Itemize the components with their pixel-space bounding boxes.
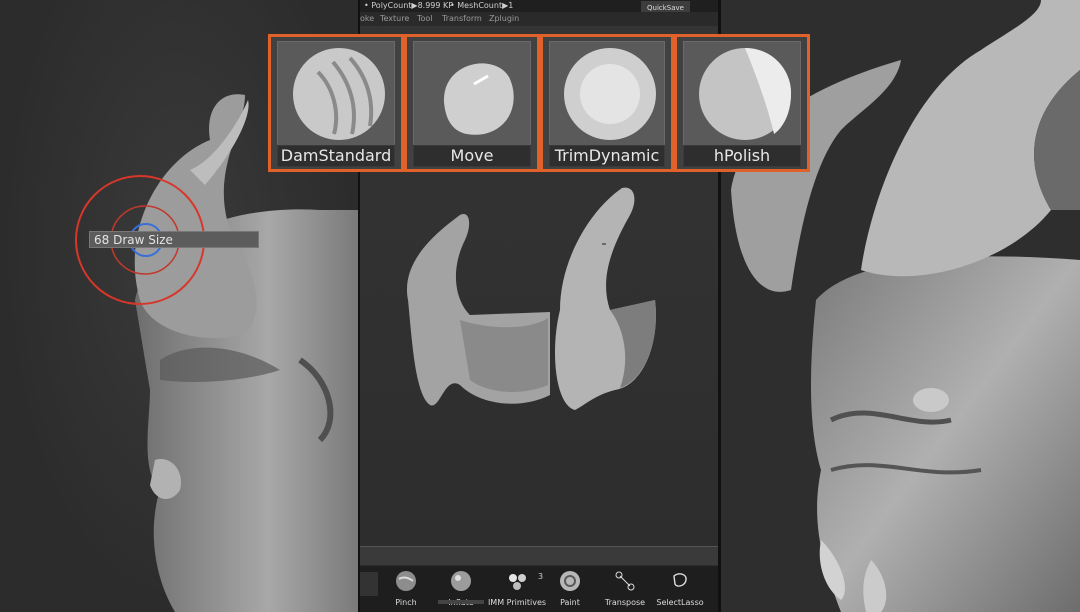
shelf-paint[interactable]: Paint: [540, 570, 600, 607]
brush-hpolish[interactable]: hPolish: [674, 34, 810, 172]
hpolish-brush-icon: [699, 48, 792, 140]
inflate-icon: [451, 571, 471, 591]
timeline-strip[interactable]: [360, 546, 718, 565]
move-brush-icon: [443, 63, 514, 135]
brush-damstandard[interactable]: DamStandard: [268, 34, 404, 172]
bottom-shelf: Pinch Inflate IMM Primitives 3 Paint Tra…: [360, 566, 718, 612]
shelf-scrollbar[interactable]: [438, 600, 484, 604]
paint-icon: [560, 571, 580, 591]
shelf-pinch[interactable]: Pinch: [376, 570, 436, 607]
draw-size-readout[interactable]: 68 Draw Size: [89, 231, 259, 248]
trimdynamic-brush-icon: [564, 48, 656, 140]
brush-label-hpolish: hPolish: [683, 145, 801, 167]
shelf-selectlasso[interactable]: SelectLasso: [650, 570, 710, 607]
imm-primitives-icon: [509, 574, 526, 590]
shelf-transpose[interactable]: Transpose: [595, 570, 655, 607]
brush-trimdynamic[interactable]: TrimDynamic: [540, 34, 674, 172]
brush-move[interactable]: Move: [404, 34, 540, 172]
selectlasso-icon: [673, 573, 687, 587]
brush-label-damstandard: DamStandard: [277, 145, 395, 167]
brush-label-move: Move: [413, 145, 531, 167]
brush-label-trimdynamic: TrimDynamic: [549, 145, 665, 167]
transpose-icon: [615, 571, 635, 591]
damstandard-brush-icon: [293, 48, 385, 140]
pinch-icon: [396, 571, 416, 591]
